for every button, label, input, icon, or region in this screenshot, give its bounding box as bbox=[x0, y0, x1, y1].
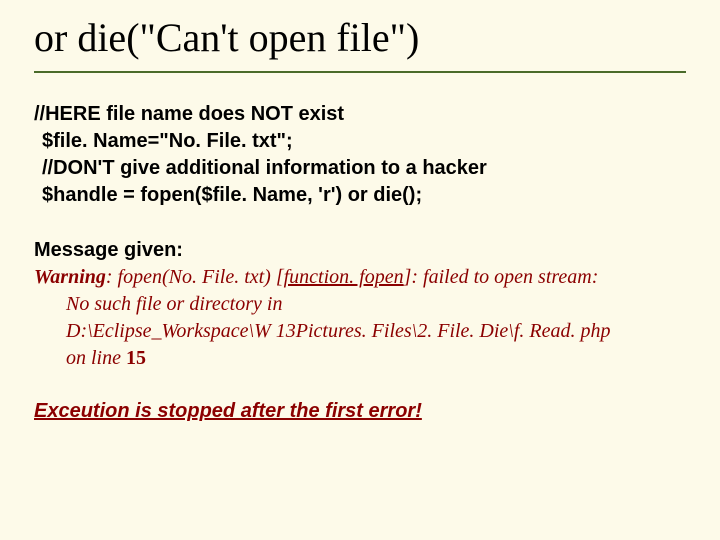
on-line-text: on line bbox=[66, 347, 126, 369]
warning-after: : fopen(No. File. txt) [ bbox=[106, 266, 284, 288]
message-line-3: D:\Eclipse_Workspace\W 13Pictures. Files… bbox=[66, 318, 686, 345]
code-comment-1: //HERE file name does NOT exist bbox=[34, 101, 686, 128]
stop-line: Exceution is stopped after the first err… bbox=[34, 400, 686, 423]
after-link: ]: failed to open stream: bbox=[404, 266, 599, 288]
function-link[interactable]: function. fopen bbox=[284, 266, 404, 288]
warning-word: Warning bbox=[34, 266, 106, 288]
code-block: //HERE file name does NOT exist $file. N… bbox=[34, 101, 686, 209]
message-body: Warning: fopen(No. File. txt) [function.… bbox=[34, 264, 686, 372]
message-line-2: No such file or directory in bbox=[66, 291, 686, 318]
code-line-2: $handle = fopen($file. Name, 'r') or die… bbox=[42, 182, 686, 209]
message-block: Message given: Warning: fopen(No. File. … bbox=[34, 237, 686, 372]
message-label: Message given: bbox=[34, 237, 686, 264]
slide: or die("Can't open file") //HERE file na… bbox=[0, 0, 720, 540]
line-number: 15 bbox=[126, 347, 146, 369]
code-line-1: $file. Name="No. File. txt"; bbox=[42, 128, 686, 155]
code-comment-2: //DON'T give additional information to a… bbox=[42, 155, 686, 182]
slide-title: or die("Can't open file") bbox=[34, 10, 686, 73]
message-line-4: on line 15 bbox=[66, 345, 686, 372]
